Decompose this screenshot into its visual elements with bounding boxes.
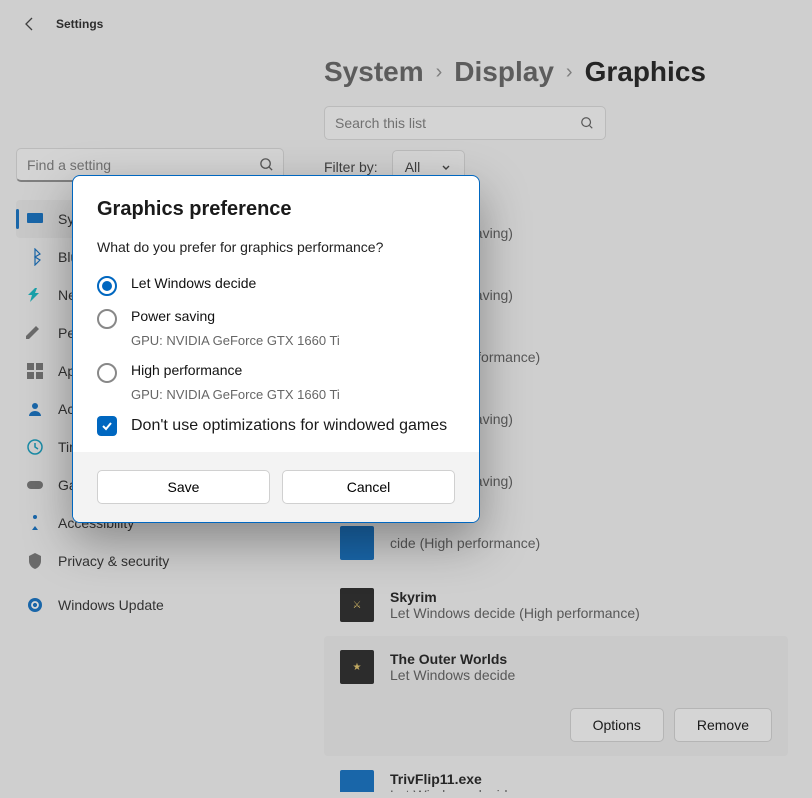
search-icon — [259, 157, 274, 172]
radio-let-windows-decide[interactable]: Let Windows decide — [97, 269, 455, 302]
back-icon[interactable] — [22, 16, 38, 32]
filter-value: All — [405, 159, 421, 175]
app-name: TrivFlip11.exe — [390, 771, 515, 787]
window-title: Settings — [56, 17, 103, 31]
radio-sublabel: GPU: NVIDIA GeForce GTX 1660 Ti — [131, 387, 455, 402]
time-icon — [26, 438, 44, 456]
chevron-right-icon: › — [566, 61, 573, 84]
radio-icon — [97, 309, 117, 329]
app-row[interactable]: ⚔ SkyrimLet Windows decide (High performa… — [324, 574, 788, 636]
radio-icon — [97, 363, 117, 383]
personalization-icon — [26, 324, 44, 342]
app-sub: Let Windows decide (High performance) — [390, 605, 640, 621]
radio-high-performance[interactable]: High performance — [97, 356, 455, 389]
save-button[interactable]: Save — [97, 470, 270, 504]
radio-label: Power saving — [131, 308, 215, 324]
options-button[interactable]: Options — [570, 708, 664, 742]
radio-label: High performance — [131, 362, 242, 378]
nav-label: Windows Update — [58, 597, 164, 613]
nav-label: Privacy & security — [58, 553, 169, 569]
app-name: Skyrim — [390, 589, 640, 605]
chevron-down-icon — [440, 161, 452, 173]
app-sub: Let Windows decide — [390, 787, 515, 792]
nav-windows-update[interactable]: Windows Update — [16, 586, 284, 624]
app-icon — [340, 526, 374, 560]
window-header: Settings — [0, 0, 812, 38]
radio-label: Let Windows decide — [131, 275, 256, 291]
breadcrumb-system[interactable]: System — [324, 56, 424, 88]
accessibility-icon — [26, 514, 44, 532]
checkbox-windowed-optimizations[interactable]: Don't use optimizations for windowed gam… — [97, 416, 455, 436]
graphics-preference-dialog: Graphics preference What do you prefer f… — [72, 175, 480, 523]
app-row-expanded[interactable]: ★ The Outer WorldsLet Windows decide Opti… — [324, 636, 788, 756]
radio-icon — [97, 276, 117, 296]
gaming-icon — [26, 476, 44, 494]
dialog-title: Graphics preference — [97, 198, 455, 221]
network-icon — [26, 286, 44, 304]
remove-button[interactable]: Remove — [674, 708, 772, 742]
dialog-question: What do you prefer for graphics performa… — [97, 239, 455, 255]
breadcrumb: System › Display › Graphics — [324, 56, 788, 88]
app-icon: ★ — [340, 650, 374, 684]
apps-icon — [26, 362, 44, 380]
app-sub: Let Windows decide — [390, 667, 515, 683]
app-icon: ⚔ — [340, 588, 374, 622]
app-sub: cide (High performance) — [390, 535, 540, 551]
app-icon — [340, 770, 374, 792]
app-row[interactable]: TrivFlip11.exeLet Windows decide — [324, 756, 788, 792]
checkbox-label: Don't use optimizations for windowed gam… — [131, 417, 447, 435]
update-icon — [26, 596, 44, 614]
search-list-input[interactable] — [324, 106, 606, 140]
bluetooth-icon — [26, 248, 44, 266]
search-icon — [580, 116, 594, 130]
app-name: The Outer Worlds — [390, 651, 515, 667]
cancel-button[interactable]: Cancel — [282, 470, 455, 504]
accounts-icon — [26, 400, 44, 418]
privacy-icon — [26, 552, 44, 570]
radio-sublabel: GPU: NVIDIA GeForce GTX 1660 Ti — [131, 333, 455, 348]
breadcrumb-graphics: Graphics — [585, 56, 706, 88]
nav-privacy[interactable]: Privacy & security — [16, 542, 284, 580]
checkbox-icon — [97, 416, 117, 436]
chevron-right-icon: › — [436, 61, 443, 84]
system-icon — [26, 210, 44, 228]
filter-label: Filter by: — [324, 159, 378, 175]
breadcrumb-display[interactable]: Display — [454, 56, 554, 88]
radio-power-saving[interactable]: Power saving — [97, 302, 455, 335]
